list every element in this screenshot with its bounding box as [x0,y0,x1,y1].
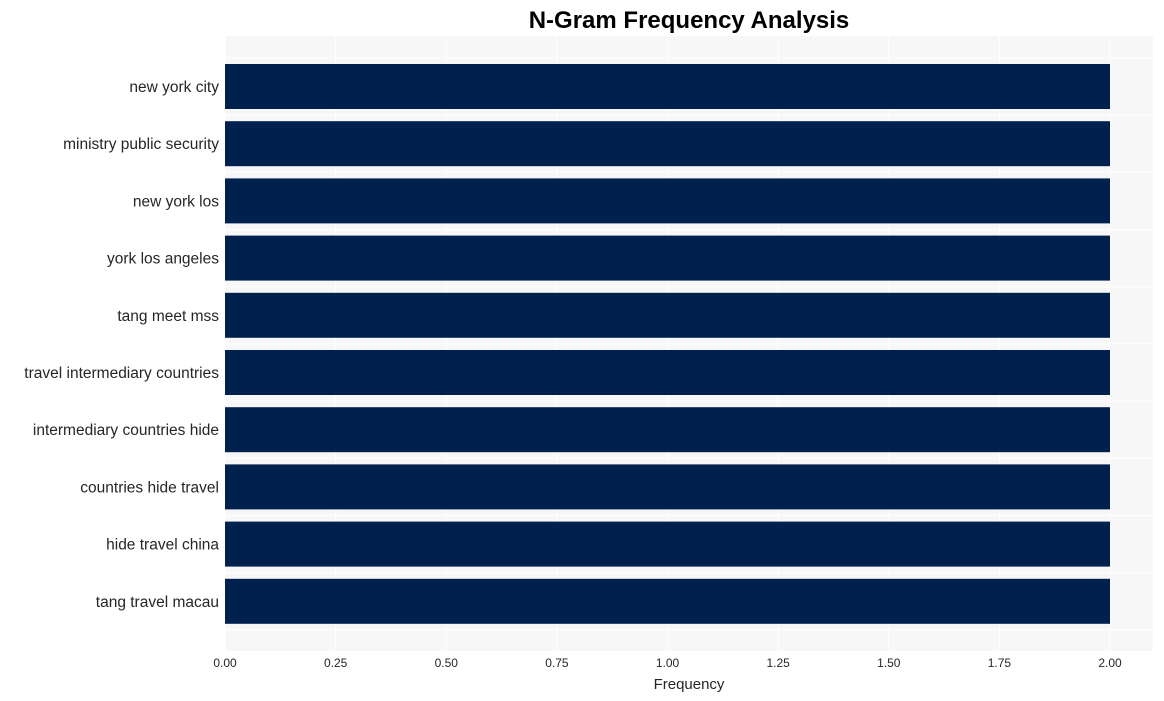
bar [225,292,1110,338]
x-tick-label: 1.75 [988,656,1012,670]
x-tick-label: 1.25 [766,656,790,670]
y-tick-label: travel intermediary countries [24,365,219,382]
x-tick-label: 0.25 [324,656,348,670]
y-tick-label: york los angeles [107,251,219,268]
x-tick-label: 0.50 [435,656,459,670]
y-tick-label: new york los [133,193,219,210]
bar [225,178,1110,224]
y-tick-label: new york city [129,79,219,96]
bar [225,464,1110,510]
x-tick-label: 1.50 [877,656,901,670]
y-tick-label: tang travel macau [96,594,219,611]
x-tick-label: 0.75 [545,656,569,670]
bar [225,407,1110,453]
y-tick-label: hide travel china [106,537,219,554]
y-axis-labels: new york city ministry public security new… [24,79,219,611]
x-axis-ticks: 0.00 0.25 0.50 0.75 1.00 1.25 1.50 1.75 2.00 [213,656,1122,670]
x-tick-label: 1.00 [656,656,680,670]
bar [225,521,1110,567]
chart-title: N-Gram Frequency Analysis [529,7,850,34]
bar [225,64,1110,109]
chart: new york city ministry public security new… [24,7,1153,693]
bar [225,121,1110,167]
y-tick-label: countries hide travel [80,479,219,496]
bar [225,578,1110,624]
bar [225,235,1110,281]
y-tick-label: tang meet mss [117,308,219,325]
x-tick-label: 0.00 [213,656,237,670]
y-tick-label: ministry public security [63,136,219,153]
y-tick-label: intermediary countries hide [33,422,219,439]
x-axis-label: Frequency [654,676,725,693]
bar [225,350,1110,395]
x-tick-label: 2.00 [1098,656,1122,670]
